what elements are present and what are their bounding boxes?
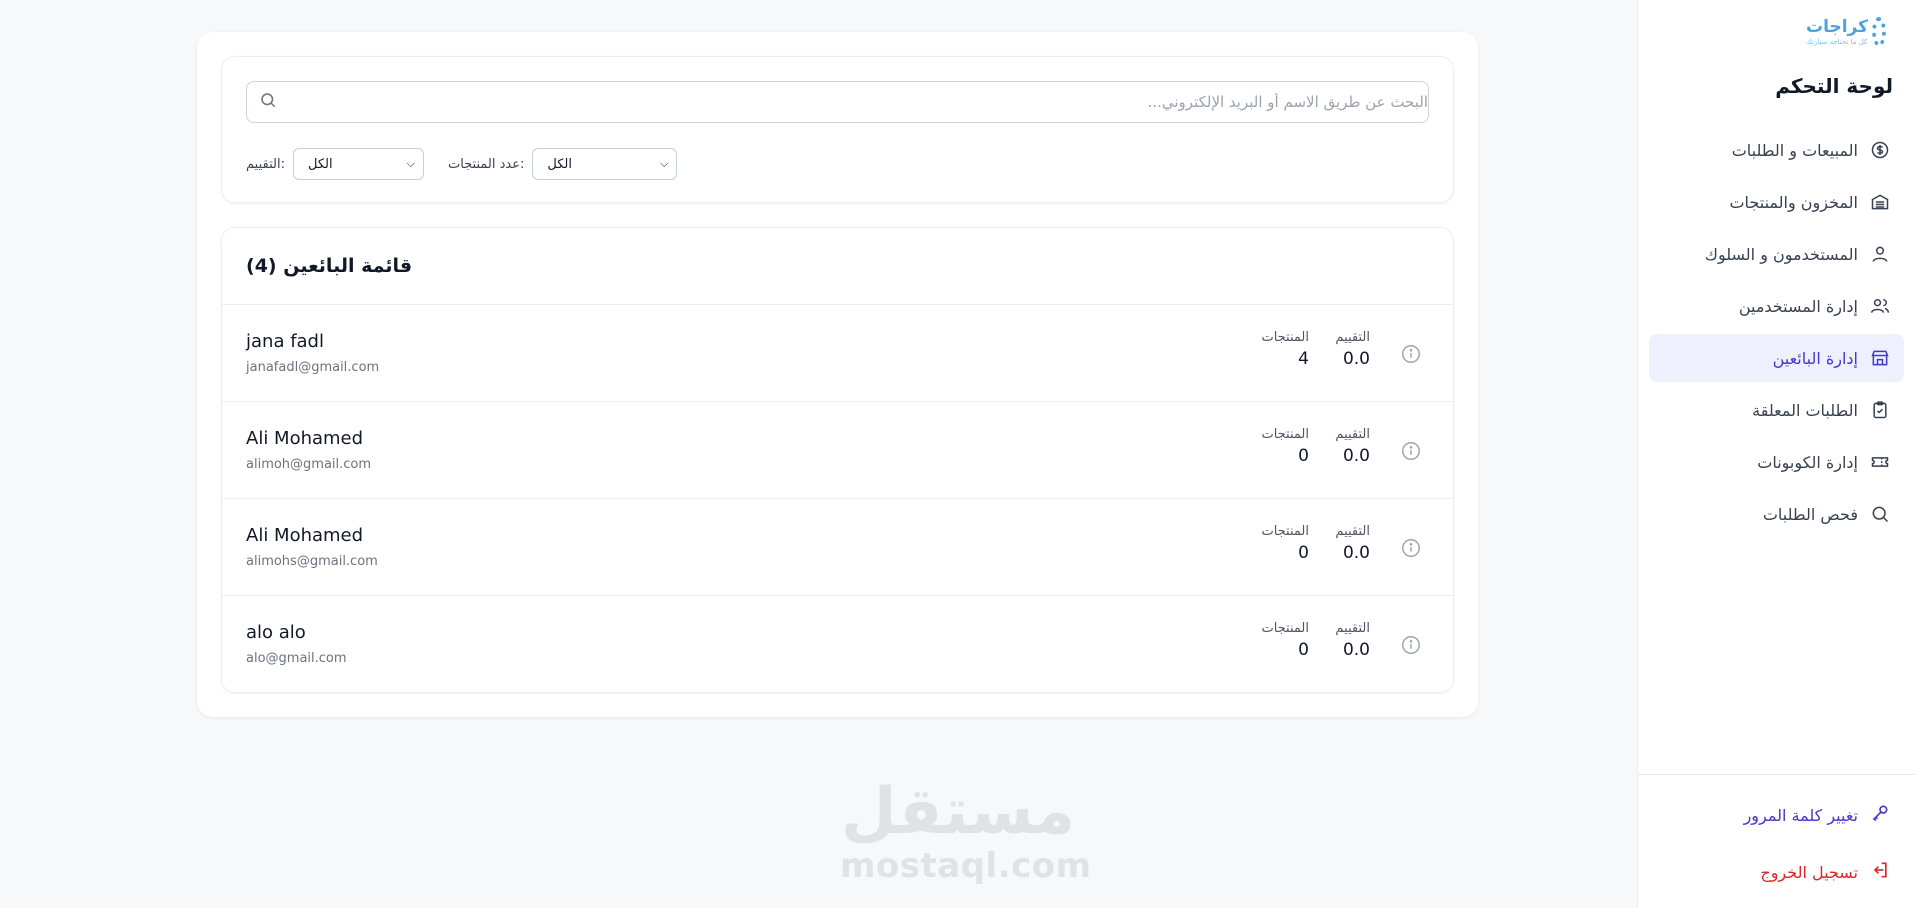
sidebar-item-label: إدارة الكوبونات: [1757, 452, 1858, 472]
app-root: التقييم: الكل ⌵ عدد المنتجات: الكل ⌵ قائ…: [0, 0, 1916, 908]
gear-icon: [1872, 17, 1886, 47]
filters-bar: التقييم: الكل ⌵ عدد المنتجات: الكل ⌵: [246, 148, 678, 180]
ticket-icon: [1870, 452, 1890, 472]
change-password-label: تغيير كلمة المرور: [1743, 805, 1858, 825]
seller-rating-value: 0.0: [1342, 446, 1370, 466]
seller-products-value: 0: [1298, 446, 1309, 466]
warehouse-icon: [1870, 192, 1890, 212]
seller-row: Ali Mohamed alimoh@gmail.com المنتجات 0 التق…: [222, 402, 1453, 499]
user-icon: [1870, 244, 1890, 264]
chevron-down-icon: ⌵: [660, 157, 669, 170]
rating-header: التقييم: [1335, 621, 1370, 636]
brand-logo[interactable]: كراجات كل ما تحتاجه سيارتك: [1806, 14, 1886, 50]
seller-rating-value: 0.0: [1342, 640, 1370, 660]
watermark: مستقل mostaql.com: [840, 775, 1092, 886]
seller-products-stat: المنتجات 0: [1261, 427, 1309, 466]
seller-email: alo@gmail.com: [246, 651, 347, 666]
seller-name: alo alo: [246, 622, 306, 643]
seller-products-stat: المنتجات 0: [1261, 621, 1309, 660]
seller-row: Ali Mohamed alimohs@gmail.com المنتجات 0 الت…: [222, 499, 1453, 596]
search-input[interactable]: [287, 93, 1428, 111]
rating-header: التقييم: [1335, 524, 1370, 539]
sidebar-item-1[interactable]: المبيعات و الطلبات: [1649, 126, 1904, 174]
seller-products-stat: المنتجات 0: [1261, 524, 1309, 563]
products-header: المنتجات: [1261, 330, 1309, 345]
list-header: قائمة البائعين (4): [222, 228, 1453, 305]
search-icon: [1870, 504, 1890, 524]
chevron-down-icon: ⌵: [406, 157, 415, 170]
seller-rating-stat: التقييم 0.0: [1335, 524, 1370, 563]
sidebar-item-label: المبيعات و الطلبات: [1731, 140, 1858, 160]
info-icon[interactable]: [1400, 343, 1422, 365]
seller-email: alimohs@gmail.com: [246, 554, 378, 569]
rating-filter-select[interactable]: الكل ⌵: [292, 148, 424, 180]
products-header: المنتجات: [1261, 621, 1309, 636]
products-filter-select[interactable]: الكل ⌵: [532, 148, 678, 180]
watermark-arabic: مستقل: [840, 775, 1076, 849]
logout-icon: [1870, 860, 1890, 884]
products-filter-label: عدد المنتجات:: [447, 156, 525, 172]
info-icon[interactable]: [1400, 440, 1422, 462]
seller-name: Ali Mohamed: [246, 525, 364, 546]
sidebar-item-label: فحص الطلبات: [1762, 504, 1858, 524]
seller-rating-value: 0.0: [1342, 349, 1370, 369]
logout-label: تسجيل الخروج: [1760, 862, 1858, 882]
sidebar-item-label: الطلبات المعلقة: [1752, 400, 1858, 420]
seller-rating-value: 0.0: [1342, 543, 1370, 563]
sidebar-item-2[interactable]: المخزون والمنتجات: [1649, 178, 1904, 226]
sidebar-nav: المبيعات و الطلبات المخزون والمنتجات المست…: [1649, 126, 1904, 542]
logout-button[interactable]: تسجيل الخروج: [1760, 860, 1890, 884]
seller-rating-stat: التقييم 0.0: [1335, 330, 1370, 369]
products-header: المنتجات: [1261, 427, 1309, 442]
dollar-circle-icon: [1870, 140, 1890, 160]
sidebar: كراجات كل ما تحتاجه سيارتك لوحة التحكم ا…: [1637, 0, 1916, 908]
seller-rating-stat: التقييم 0.0: [1335, 621, 1370, 660]
seller-email: alimoh@gmail.com: [246, 457, 372, 472]
sidebar-item-6[interactable]: الطلبات المعلقة: [1649, 386, 1904, 434]
seller-rating-stat: التقييم 0.0: [1335, 427, 1370, 466]
sidebar-item-label: إدارة البائعين: [1772, 348, 1858, 368]
search-icon: [259, 91, 277, 113]
sellers-list-card: قائمة البائعين (4) jana fadl janafadl@gma…: [221, 227, 1454, 693]
seller-products-value: 4: [1298, 349, 1309, 369]
products-header: المنتجات: [1261, 524, 1309, 539]
info-icon[interactable]: [1400, 634, 1422, 656]
sidebar-item-8[interactable]: فحص الطلبات: [1649, 490, 1904, 538]
sidebar-item-label: إدارة المستخدمين: [1738, 296, 1858, 316]
seller-row: alo alo alo@gmail.com المنتجات 0 التقييم 0.0: [222, 596, 1453, 692]
watermark-url: mostaql.com: [840, 846, 1092, 886]
users-icon: [1870, 296, 1890, 316]
sidebar-item-3[interactable]: المستخدمون و السلوك: [1649, 230, 1904, 278]
key-icon: [1870, 803, 1890, 827]
brand-tagline: كل ما تحتاجه سيارتك: [1806, 37, 1868, 46]
sidebar-item-7[interactable]: إدارة الكوبونات: [1649, 438, 1904, 486]
store-icon: [1870, 348, 1890, 368]
seller-products-value: 0: [1298, 640, 1309, 660]
seller-row: jana fadl janafadl@gmail.com المنتجات 4 التق…: [222, 305, 1453, 402]
seller-name: jana fadl: [246, 331, 324, 352]
rating-header: التقييم: [1335, 330, 1370, 345]
sidebar-item-label: المخزون والمنتجات: [1729, 192, 1858, 212]
sidebar-item-label: المستخدمون و السلوك: [1704, 244, 1858, 264]
search-filter-card: التقييم: الكل ⌵ عدد المنتجات: الكل ⌵: [221, 56, 1454, 203]
search-box[interactable]: [246, 81, 1429, 123]
rating-header: التقييم: [1335, 427, 1370, 442]
rating-filter-label: التقييم:: [246, 156, 285, 172]
sellers-list-title: قائمة البائعين (4): [246, 255, 413, 277]
seller-name: Ali Mohamed: [246, 428, 364, 449]
products-filter-value: الكل: [547, 156, 572, 172]
seller-products-value: 0: [1298, 543, 1309, 563]
info-icon[interactable]: [1400, 537, 1422, 559]
sidebar-divider: [1637, 774, 1916, 775]
dashboard-title: لوحة التحكم: [1775, 74, 1893, 98]
sidebar-item-4[interactable]: إدارة المستخدمين: [1649, 282, 1904, 330]
change-password-button[interactable]: تغيير كلمة المرور: [1744, 803, 1890, 827]
brand-name: كراجات: [1806, 16, 1869, 37]
seller-products-stat: المنتجات 4: [1261, 330, 1309, 369]
sellers-list: jana fadl janafadl@gmail.com المنتجات 4 التق…: [222, 305, 1453, 692]
sidebar-item-5[interactable]: إدارة البائعين: [1649, 334, 1904, 382]
clipboard-check-icon: [1870, 400, 1890, 420]
seller-email: janafadl@gmail.com: [246, 360, 380, 375]
rating-filter-value: الكل: [307, 156, 333, 172]
